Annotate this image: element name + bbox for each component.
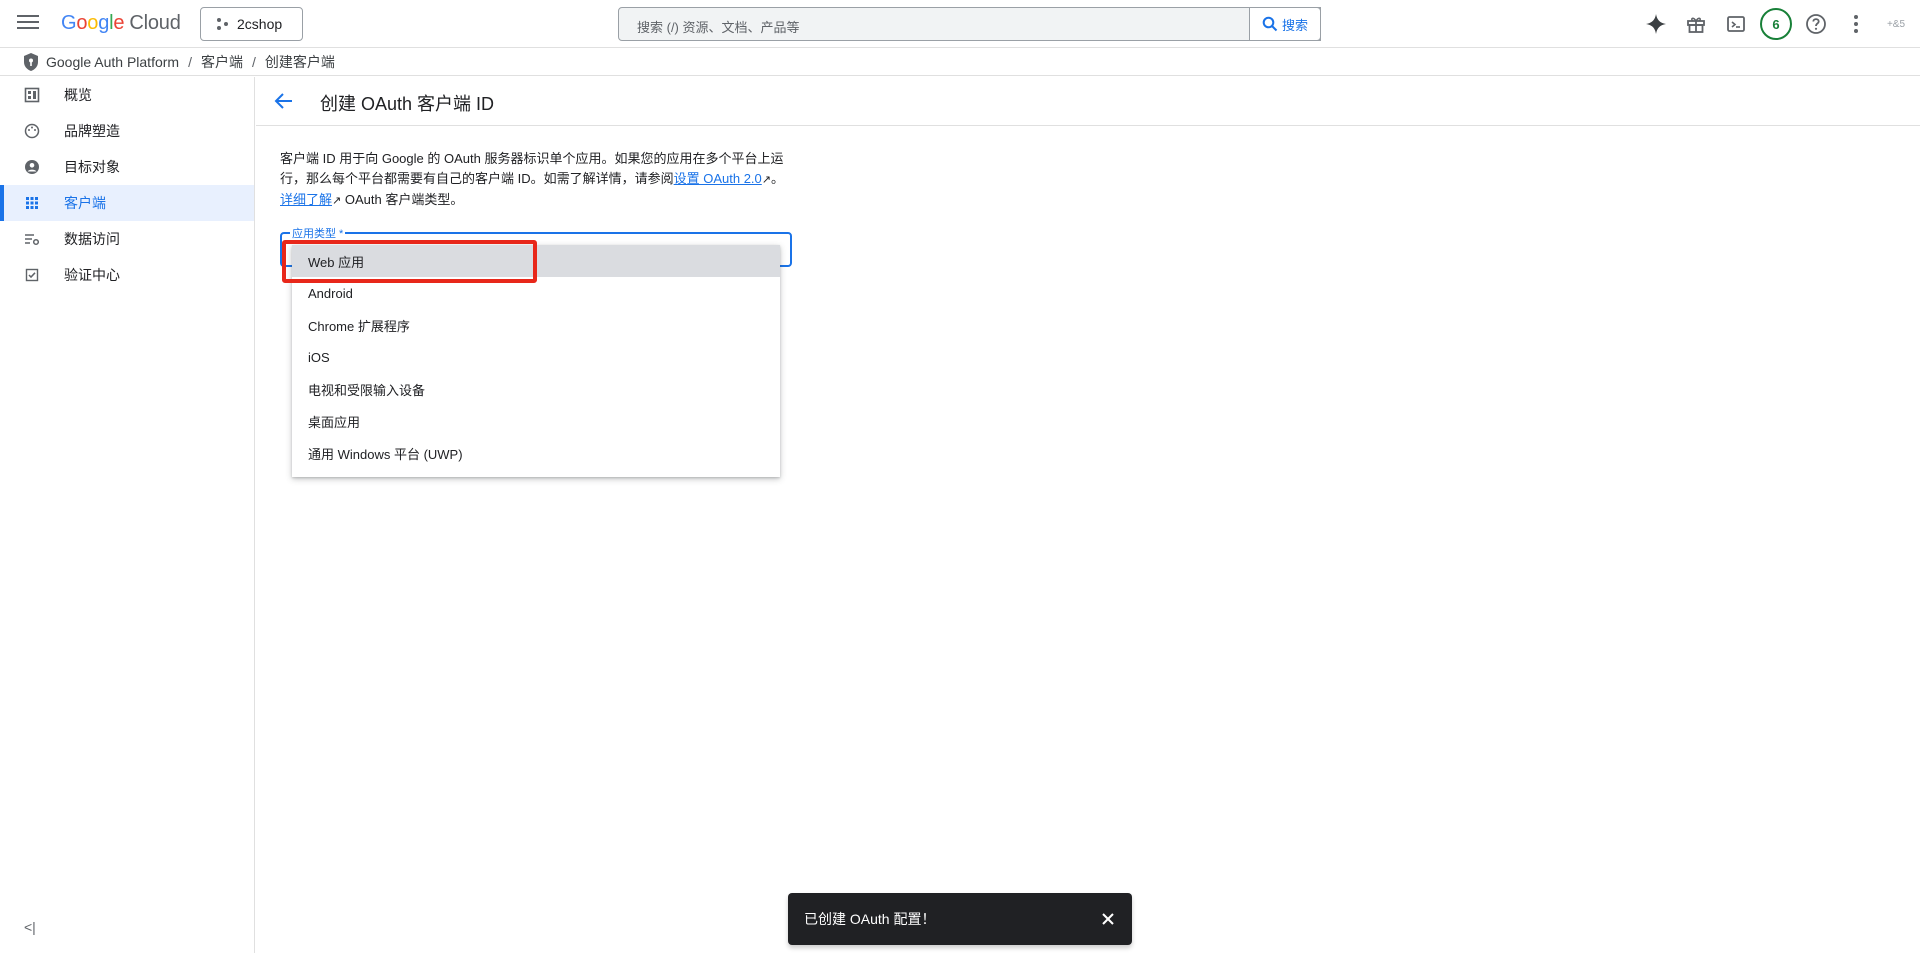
sidebar-item-label: 验证中心 [64,267,120,283]
list-settings-icon [25,234,40,246]
sidebar-item-label: 目标对象 [64,159,120,175]
auth-platform-shield-icon [24,53,38,71]
help-icon[interactable] [1804,12,1828,36]
sidebar-item-label: 客户端 [64,195,106,211]
search-icon [1262,16,1278,32]
page-description: 客户端 ID 用于向 Google 的 OAuth 服务器标识单个应用。如果您的… [280,149,790,211]
gemini-sparkle-icon[interactable] [1644,12,1668,36]
sidebar-item-label: 数据访问 [64,231,120,247]
external-link-icon: ↗ [332,195,342,207]
external-link-icon: ↗ [761,174,771,186]
page-header: 创建 OAuth 客户端 ID [256,77,1920,126]
logo-letter: g [98,12,110,34]
sidebar: 概览 品牌塑造 目标对象 客户端 数据访问 验证中心 <| [0,77,255,953]
option-tv-limited-input[interactable]: 电视和受限输入设备 [292,373,780,405]
setup-oauth-link[interactable]: 设置 OAuth 2.0 [674,171,762,186]
sidebar-item-branding[interactable]: 品牌塑造 [0,113,254,149]
grid-icon [26,197,38,209]
breadcrumb: Google Auth Platform / 客户端 / 创建客户端 [0,49,1920,76]
hamburger-line [17,27,39,29]
cloud-shell-terminal-icon[interactable] [1724,12,1748,36]
account-circle-icon [25,160,39,174]
main-menu-button[interactable] [14,11,42,37]
collapse-sidebar-button[interactable]: <| [24,919,36,935]
check-box-icon [25,268,39,282]
application-type-dropdown: Web 应用 Android Chrome 扩展程序 iOS 电视和受限输入设备… [292,245,780,477]
project-name: 2cshop [237,16,283,32]
application-type-label: 应用类型 * [290,225,346,241]
option-desktop-app[interactable]: 桌面应用 [292,405,780,437]
notifications-badge-icon[interactable]: 6 [1760,8,1792,40]
palette-icon [24,123,40,139]
logo-letter: o [76,12,88,34]
user-avatar[interactable]: +&5 [1884,12,1908,36]
page-title: 创建 OAuth 客户端 ID [320,94,495,114]
back-arrow-icon[interactable] [272,89,296,113]
logo-suffix: Cloud [129,12,181,34]
sidebar-item-label: 概览 [64,87,92,103]
gift-icon[interactable] [1684,12,1708,36]
description-text: OAuth 客户端类型。 [344,192,464,207]
logo-letter: G [61,12,77,34]
search-button[interactable]: 搜索 [1249,7,1321,41]
google-cloud-logo[interactable]: Google Cloud [61,12,181,35]
sidebar-item-label: 品牌塑造 [64,123,120,139]
option-uwp[interactable]: 通用 Windows 平台 (UWP) [292,437,780,469]
snackbar-message: 已创建 OAuth 配置！ [804,911,936,927]
project-tree-icon [217,18,228,30]
breadcrumb-separator: / [251,54,256,70]
option-chrome-extension[interactable]: Chrome 扩展程序 [292,309,780,341]
more-vert-icon[interactable] [1844,12,1868,36]
project-picker-button[interactable]: 2cshop [200,7,303,41]
breadcrumb-auth-platform[interactable]: Google Auth Platform [46,54,179,70]
sidebar-item-data-access[interactable]: 数据访问 [0,221,254,257]
snackbar: 已创建 OAuth 配置！ [788,893,1132,945]
search-input[interactable]: 搜索 (/) 资源、文档、产品等 [618,7,1321,41]
option-ios[interactable]: iOS [292,341,780,373]
top-bar: Google Cloud 2cshop 搜索 (/) 资源、文档、产品等 搜索 6… [0,0,1920,48]
sidebar-item-overview[interactable]: 概览 [0,77,254,113]
sidebar-item-audience[interactable]: 目标对象 [0,149,254,185]
dashboard-icon [24,87,40,103]
search-button-label: 搜索 [1281,17,1308,33]
hamburger-line [17,21,39,23]
description-text: 。 [771,171,785,186]
logo-letter: e [113,12,125,34]
sidebar-item-verification-center[interactable]: 验证中心 [0,257,254,293]
hamburger-line [17,15,39,17]
breadcrumb-separator: / [188,54,192,70]
learn-more-link[interactable]: 详细了解 [280,192,332,207]
close-icon[interactable] [1098,909,1118,929]
sidebar-item-clients[interactable]: 客户端 [0,185,254,221]
option-web-application[interactable]: Web 应用 [292,245,780,277]
breadcrumb-create-client: 创建客户端 [264,54,335,70]
breadcrumb-clients[interactable]: 客户端 [201,52,243,72]
logo-letter: o [87,12,99,34]
option-android[interactable]: Android [292,277,780,309]
